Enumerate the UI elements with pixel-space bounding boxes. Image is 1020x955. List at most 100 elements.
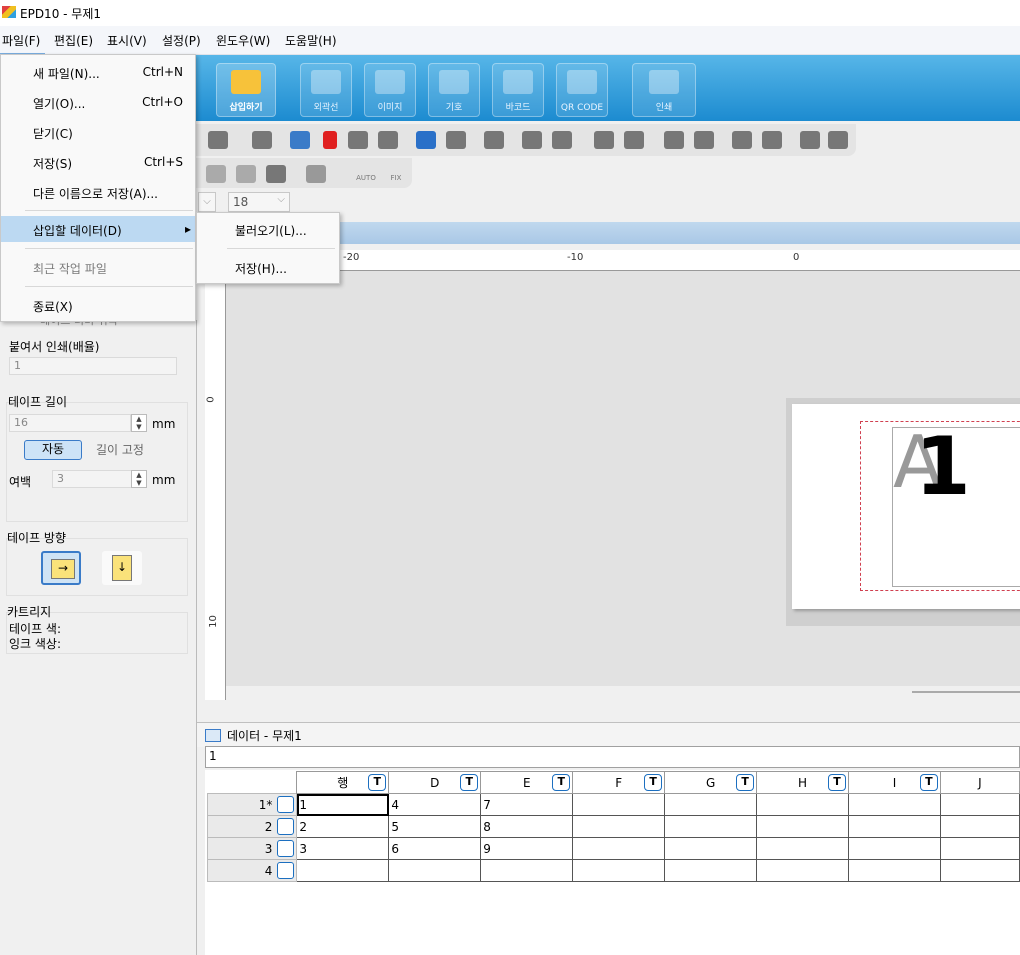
- column-header[interactable]: FT: [572, 771, 666, 794]
- text-type-icon[interactable]: T: [919, 774, 938, 791]
- split-print-select[interactable]: 1: [9, 357, 177, 375]
- arrange-back-icon[interactable]: [624, 131, 644, 149]
- row-header[interactable]: 3: [206, 837, 298, 860]
- grid-cell[interactable]: 9: [480, 837, 574, 860]
- row-checkbox[interactable]: [277, 862, 295, 879]
- cell-value-input[interactable]: 1: [205, 746, 1020, 768]
- row-checkbox[interactable]: [277, 840, 295, 857]
- row-header[interactable]: 1*: [206, 793, 298, 816]
- grid-cell[interactable]: [572, 859, 666, 882]
- fill-icon[interactable]: [266, 165, 286, 183]
- menu-view[interactable]: 표시(V): [107, 32, 147, 49]
- tag-icon[interactable]: [522, 131, 542, 149]
- shape-tag-icon[interactable]: [828, 131, 848, 149]
- barcode-button[interactable]: 바코드: [492, 63, 544, 117]
- text-direction-icon[interactable]: [306, 165, 326, 183]
- grid-cell[interactable]: 6: [388, 837, 482, 860]
- submenu-item-load[interactable]: 불러오기(L)...: [197, 216, 339, 242]
- menu-item-save[interactable]: 저장(S) Ctrl+S: [1, 149, 195, 175]
- cut-icon[interactable]: [290, 131, 310, 149]
- horizontal-direction-button[interactable]: →: [41, 551, 81, 585]
- grid-cell[interactable]: [664, 793, 758, 816]
- zoom-icon[interactable]: [484, 131, 504, 149]
- text-type-icon[interactable]: T: [644, 774, 663, 791]
- menu-item-exit[interactable]: 종료(X): [1, 292, 195, 318]
- paste-icon[interactable]: [252, 131, 272, 149]
- grid-cell[interactable]: 1: [296, 793, 390, 816]
- column-header[interactable]: IT: [848, 771, 941, 794]
- grid-cell[interactable]: [756, 815, 850, 838]
- grid-cell[interactable]: [664, 859, 758, 882]
- grid-cell[interactable]: 7: [480, 793, 574, 816]
- grid-cell[interactable]: [848, 815, 941, 838]
- grid-cell[interactable]: [664, 837, 758, 860]
- symbol-button[interactable]: 기호: [428, 63, 480, 117]
- margin-stepper[interactable]: ▲ ▼: [131, 470, 147, 488]
- grid-cell[interactable]: 4: [388, 793, 482, 816]
- align-middle-icon[interactable]: [694, 131, 714, 149]
- margin-input[interactable]: 3: [52, 470, 132, 488]
- grid-cell[interactable]: [848, 837, 941, 860]
- format-painter-icon[interactable]: [552, 131, 572, 149]
- grid-cell[interactable]: [939, 837, 1020, 860]
- arrange-front-icon[interactable]: [594, 131, 614, 149]
- save-icon[interactable]: [208, 131, 228, 149]
- grid-cell[interactable]: [756, 793, 850, 816]
- grid-cell[interactable]: [572, 793, 666, 816]
- text-type-icon[interactable]: T: [368, 774, 387, 791]
- column-header[interactable]: HT: [756, 771, 850, 794]
- menu-file[interactable]: 파일(F): [2, 32, 40, 49]
- grid-cell[interactable]: [939, 815, 1020, 838]
- font-name-dropdown[interactable]: ⌵: [198, 192, 216, 212]
- menu-item-save-as[interactable]: 다른 이름으로 저장(A)...: [1, 179, 195, 205]
- fixed-length-button[interactable]: 길이 고정: [96, 441, 144, 458]
- duplicate-icon[interactable]: [378, 131, 398, 149]
- menu-window[interactable]: 윈도우(W): [216, 32, 270, 49]
- grid-cell[interactable]: [296, 859, 390, 882]
- align-center-icon[interactable]: [664, 131, 684, 149]
- qrcode-button[interactable]: QR CODE: [556, 63, 608, 117]
- undo-icon[interactable]: [416, 131, 436, 149]
- grid-cell[interactable]: 3: [296, 837, 390, 860]
- column-header[interactable]: GT: [664, 771, 758, 794]
- grid-cell[interactable]: [572, 815, 666, 838]
- menu-item-close[interactable]: 닫기(C): [1, 119, 195, 145]
- menu-help[interactable]: 도움말(H): [285, 32, 337, 49]
- grid-cell[interactable]: [480, 859, 574, 882]
- auto-length-button[interactable]: 자동: [24, 440, 82, 460]
- text-type-icon[interactable]: T: [460, 774, 479, 791]
- row-header[interactable]: 4: [206, 859, 298, 882]
- vertical-direction-button[interactable]: ↓: [102, 551, 142, 585]
- submenu-item-save[interactable]: 저장(H)...: [197, 254, 339, 280]
- row-header[interactable]: 2: [206, 815, 298, 838]
- menu-item-open[interactable]: 열기(O)... Ctrl+O: [1, 89, 195, 115]
- column-header[interactable]: 행T: [296, 771, 390, 794]
- grid-cell[interactable]: 5: [388, 815, 482, 838]
- grid-cell[interactable]: [939, 793, 1020, 816]
- copy-icon[interactable]: [348, 131, 368, 149]
- distribute-v-icon[interactable]: [762, 131, 782, 149]
- print-button[interactable]: 인쇄: [632, 63, 696, 117]
- grid-cell[interactable]: [848, 793, 941, 816]
- font-size-dropdown[interactable]: 18 ⌵: [228, 192, 290, 212]
- grid-cell[interactable]: [939, 859, 1020, 882]
- grid-cell[interactable]: [756, 859, 850, 882]
- align-center-text-icon[interactable]: [206, 165, 226, 183]
- grid-cell[interactable]: 8: [480, 815, 574, 838]
- tape-length-input[interactable]: 16: [9, 414, 131, 432]
- row-checkbox[interactable]: [277, 818, 295, 835]
- menu-edit[interactable]: 편집(E): [54, 32, 93, 49]
- fix-button[interactable]: FIX: [384, 164, 408, 182]
- grid-cell[interactable]: 2: [296, 815, 390, 838]
- grid-cell[interactable]: [756, 837, 850, 860]
- outline-button[interactable]: 외곽선: [300, 63, 352, 117]
- insert-button[interactable]: 삽입하기: [216, 63, 276, 117]
- distribute-h-icon[interactable]: [732, 131, 752, 149]
- redo-icon[interactable]: [446, 131, 466, 149]
- grid-cell[interactable]: [572, 837, 666, 860]
- horizontal-scrollbar[interactable]: [226, 686, 1020, 700]
- row-checkbox[interactable]: [277, 796, 295, 813]
- image-button[interactable]: 이미지: [364, 63, 416, 117]
- column-header[interactable]: DT: [388, 771, 482, 794]
- grid-cell[interactable]: [388, 859, 482, 882]
